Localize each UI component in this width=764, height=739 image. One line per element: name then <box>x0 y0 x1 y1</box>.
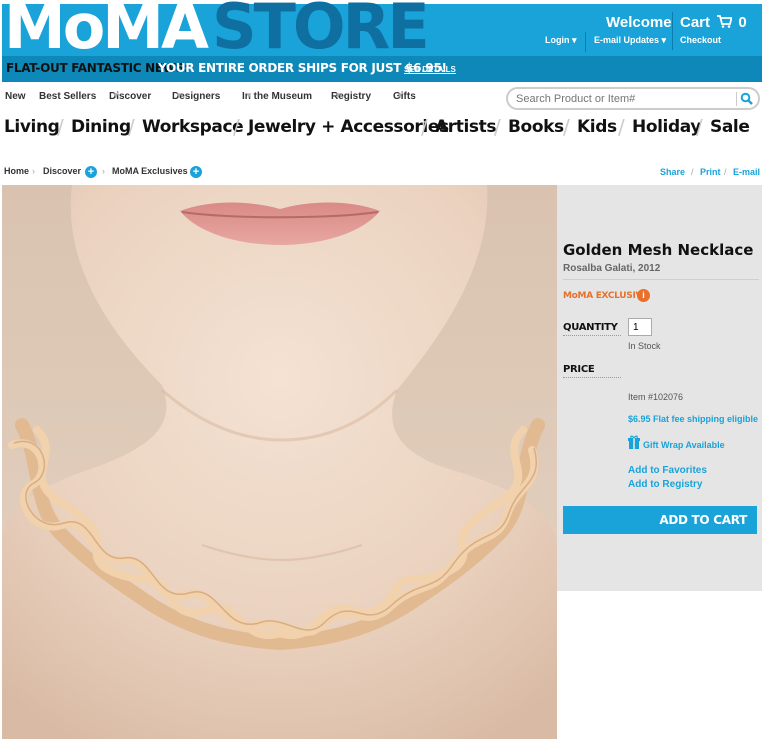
print-link[interactable]: Print <box>700 167 721 177</box>
shipping-eligible-link[interactable]: $6.95 Flat fee shipping eligible <box>628 414 758 424</box>
header-divider <box>585 32 586 52</box>
product-designer: Rosalba Galati, 2012 <box>563 263 661 274</box>
label-dots <box>563 335 621 336</box>
cat-workspace[interactable]: Workspace <box>142 117 244 137</box>
quantity-input[interactable] <box>628 318 652 336</box>
divider <box>563 279 759 280</box>
welcome-text: Welcome <box>606 14 672 31</box>
search-button[interactable] <box>736 92 754 106</box>
share-divider: / <box>724 167 727 177</box>
cat-sale[interactable]: Sale <box>710 117 750 137</box>
cat-divider: / <box>128 115 135 139</box>
share-divider: / <box>691 167 694 177</box>
chevron-down-icon: ▼ <box>396 91 404 100</box>
add-to-cart-button[interactable]: ADD TO CART <box>563 506 757 534</box>
product-title: Golden Mesh Necklace <box>563 241 754 259</box>
chevron-down-icon: ▼ <box>112 91 120 100</box>
checkout-link[interactable]: Checkout <box>680 35 721 45</box>
email-updates-link[interactable]: E-mail Updates ▾ <box>594 35 666 46</box>
moma-exclusive-label: MoMA EXCLUSIVE <box>563 291 649 301</box>
nav-new[interactable]: New <box>5 91 26 102</box>
moma-store-logo[interactable]: MoMASTORE <box>4 0 430 58</box>
cat-dining[interactable]: Dining <box>71 117 131 137</box>
share-link[interactable]: Share <box>660 167 685 177</box>
gift-wrap-link[interactable]: Gift Wrap Available <box>643 440 725 450</box>
stock-status: In Stock <box>628 341 661 351</box>
login-link[interactable]: Login ▾ <box>545 35 577 46</box>
gift-icon <box>628 435 640 449</box>
search-box <box>506 87 760 110</box>
add-to-favorites-link[interactable]: Add to Favorites <box>628 465 707 476</box>
cat-divider: / <box>563 115 570 139</box>
cat-jewelry[interactable]: Jewelry + Accessories <box>248 117 449 137</box>
add-to-registry-link[interactable]: Add to Registry <box>628 479 702 490</box>
cat-kids[interactable]: Kids <box>577 117 617 137</box>
info-icon[interactable]: i <box>637 289 650 302</box>
cat-divider: / <box>696 115 703 139</box>
see-details-link[interactable]: SEE DETAILS <box>404 65 456 74</box>
email-link[interactable]: E-mail <box>733 167 760 177</box>
logo-store: STORE <box>211 0 430 63</box>
cat-divider: / <box>421 115 428 139</box>
cat-divider: / <box>618 115 625 139</box>
item-number: Item #102076 <box>628 392 684 402</box>
cat-divider: / <box>494 115 501 139</box>
header-divider <box>672 12 673 50</box>
site-header: MoMASTORE Welcome Cart 0 Login ▾ E-mail … <box>2 0 762 82</box>
cat-divider: / <box>233 115 240 139</box>
label-dots <box>563 377 621 378</box>
plus-icon[interactable]: + <box>190 166 202 178</box>
price-label: PRICE <box>563 364 595 375</box>
chevron-down-icon: ▼ <box>245 91 253 100</box>
crumb-discover[interactable]: Discover <box>43 166 81 176</box>
quantity-label: QUANTITY <box>563 322 618 333</box>
plus-icon[interactable]: + <box>85 166 97 178</box>
nav-best-sellers[interactable]: Best Sellers <box>39 91 96 102</box>
cat-books[interactable]: Books <box>508 117 564 137</box>
product-details-panel: Golden Mesh Necklace Rosalba Galati, 201… <box>557 185 762 591</box>
chevron-down-icon: ▼ <box>175 91 183 100</box>
cart-count: 0 <box>738 14 747 31</box>
crumb-moma-exclusives[interactable]: MoMA Exclusives <box>112 166 188 176</box>
logo-moma: MoMA <box>4 0 209 63</box>
cat-holiday[interactable]: Holiday <box>632 117 701 137</box>
chevron-down-icon: ▼ <box>334 91 342 100</box>
necklace-photo <box>2 185 557 739</box>
promo-banner: FLAT-OUT FANTASTIC NEWS: YOUR ENTIRE ORD… <box>2 56 762 82</box>
cat-living[interactable]: Living <box>4 117 60 137</box>
cart-link[interactable]: Cart 0 <box>680 14 747 31</box>
chevron-right-icon: › <box>32 166 35 176</box>
search-icon <box>740 92 753 105</box>
search-input[interactable] <box>516 91 726 107</box>
cart-icon <box>717 15 733 28</box>
product-image[interactable] <box>2 185 557 739</box>
cat-divider: / <box>57 115 64 139</box>
crumb-home[interactable]: Home <box>4 166 29 176</box>
cat-artists[interactable]: Artists <box>435 117 496 137</box>
chevron-right-icon: › <box>102 166 105 176</box>
cart-label: Cart <box>680 14 711 31</box>
